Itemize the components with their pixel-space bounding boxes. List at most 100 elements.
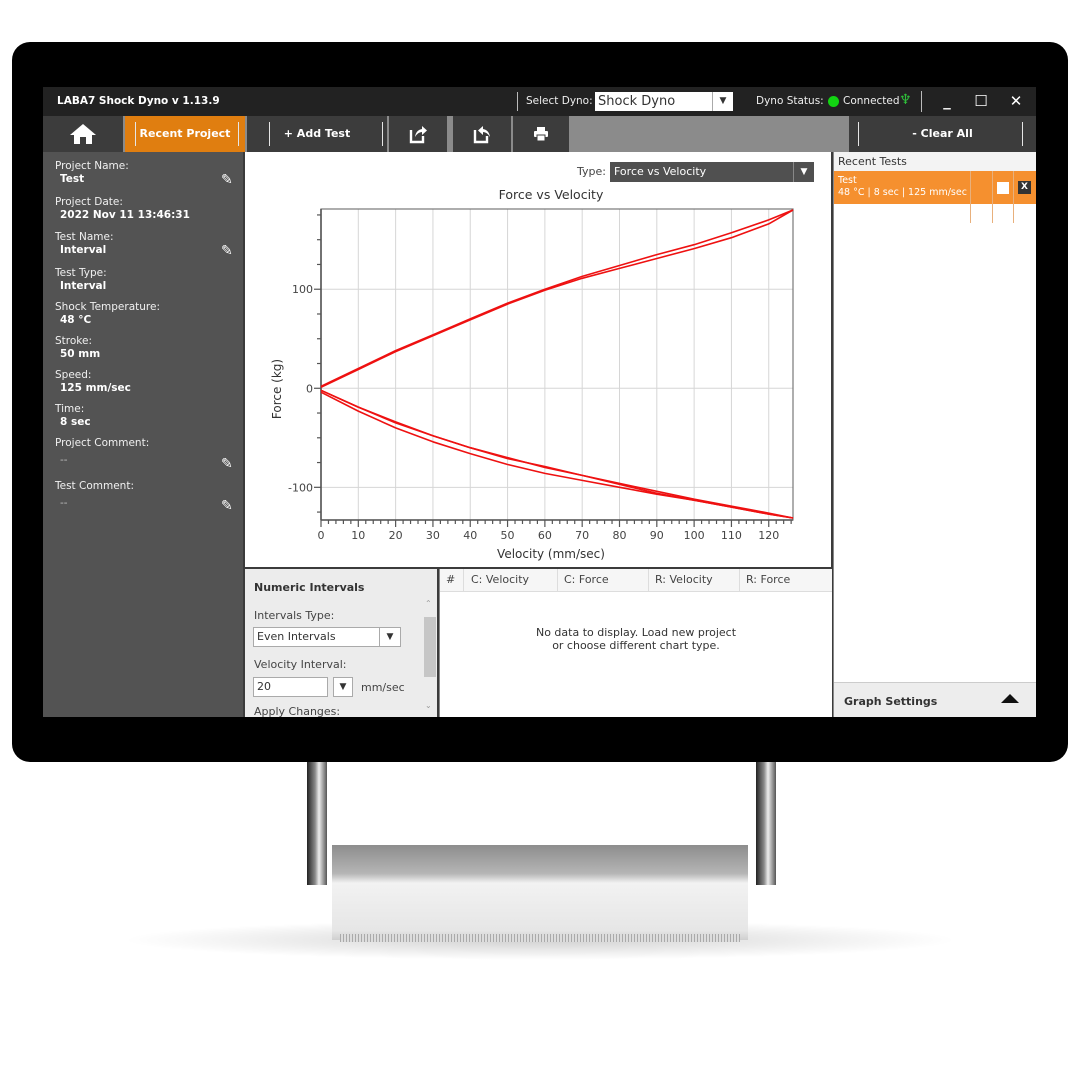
field-value: 2022 Nov 11 13:46:31: [60, 209, 190, 221]
x-tick-label: 10: [351, 529, 365, 542]
chevron-down-icon[interactable]: ▼: [712, 92, 733, 111]
column-header[interactable]: R: Force: [746, 573, 790, 586]
numeric-intervals-title: Numeric Intervals: [254, 581, 365, 594]
scroll-up-icon[interactable]: ⌃: [425, 599, 432, 608]
usb-icon: ♆: [899, 92, 912, 108]
delete-test-button[interactable]: X: [1018, 181, 1031, 194]
export-button[interactable]: [389, 116, 447, 152]
add-test-button[interactable]: + Add Test: [247, 116, 387, 152]
velocity-interval-label: Velocity Interval:: [254, 658, 347, 671]
chart-type-select[interactable]: Force vs Velocity ▼: [610, 162, 814, 182]
graph-settings-label: Graph Settings: [844, 695, 938, 708]
import-icon: [473, 126, 490, 144]
column-divider: [739, 569, 740, 591]
field-value: 8 sec: [60, 416, 91, 428]
print-button[interactable]: [513, 116, 569, 152]
chart-type-value: Force vs Velocity: [614, 165, 707, 178]
field-test-comment: Test Comment: --: [55, 480, 134, 509]
print-icon: [534, 127, 548, 142]
recent-project-label: Recent Project: [139, 127, 231, 140]
field-label: Stroke:: [55, 335, 92, 347]
field-value: Interval: [60, 280, 107, 292]
column-header[interactable]: R: Velocity: [655, 573, 713, 586]
expand-up-icon[interactable]: [1001, 694, 1019, 703]
monitor-stand-arm-right: [756, 760, 776, 885]
x-tick-label: 0: [318, 529, 325, 542]
column-divider: [557, 569, 558, 591]
field-project-comment: Project Comment: --: [55, 437, 149, 466]
x-tick-label: 30: [426, 529, 440, 542]
intervals-scrollbar[interactable]: ⌃ ⌄: [422, 599, 436, 717]
velocity-interval-dropdown[interactable]: ▼: [333, 677, 353, 697]
recent-project-tab[interactable]: Recent Project: [125, 116, 245, 152]
series-line-rebound-return: [320, 389, 794, 519]
recent-test-checkbox[interactable]: [997, 182, 1009, 194]
divider: [269, 122, 270, 146]
x-tick-label: 60: [538, 529, 552, 542]
title-separator: [921, 91, 922, 112]
clear-all-button[interactable]: - Clear All: [849, 116, 1036, 152]
close-button[interactable]: ✕: [1000, 87, 1032, 116]
field-test-type: Test Type: Interval: [55, 267, 107, 292]
chevron-down-icon[interactable]: ▼: [379, 628, 400, 646]
edit-test-name-icon[interactable]: ✎: [221, 243, 237, 259]
edit-test-comment-icon[interactable]: ✎: [221, 498, 237, 514]
recent-tests-title: Recent Tests: [838, 155, 907, 168]
column-header[interactable]: #: [446, 573, 455, 586]
chart-panel: 0 10 20 30 40 50 60 70 80 90 100 110 120 -100 0 100 For…: [245, 152, 831, 567]
monitor-stand-base: [332, 845, 748, 940]
app-title: LABA7 Shock Dyno v 1.13.9: [57, 95, 220, 107]
field-label: Project Date:: [55, 196, 123, 208]
column-header[interactable]: C: Force: [564, 573, 609, 586]
intervals-type-value: Even Intervals: [257, 630, 336, 643]
monitor-stand-arm-left: [307, 760, 327, 885]
chevron-down-icon[interactable]: ▼: [793, 162, 814, 182]
column-divider: [648, 569, 649, 591]
scroll-down-icon[interactable]: ⌄: [425, 701, 432, 710]
minimize-button[interactable]: _: [931, 87, 963, 116]
toolbar: Recent Project + Add Test - Clear All: [43, 116, 1036, 152]
dyno-select[interactable]: Shock Dyno ▼: [595, 92, 733, 111]
import-button[interactable]: [453, 116, 511, 152]
column-divider: [463, 569, 464, 591]
y-tick-label: 100: [292, 283, 313, 296]
field-test-name: Test Name: Interval: [55, 231, 114, 256]
status-connected-icon: [828, 96, 839, 107]
data-table: # C: Velocity C: Force R: Velocity R: Fo…: [439, 569, 832, 717]
field-project-date: Project Date: 2022 Nov 11 13:46:31: [55, 196, 190, 221]
edit-project-comment-icon[interactable]: ✎: [221, 456, 237, 472]
intervals-type-select[interactable]: Even Intervals ▼: [253, 627, 401, 647]
chart-title: Force vs Velocity: [499, 187, 604, 202]
graph-settings-toggle[interactable]: Graph Settings: [834, 682, 1036, 717]
field-label: Test Comment:: [55, 480, 134, 492]
maximize-button[interactable]: ☐: [965, 87, 997, 116]
field-label: Speed:: [55, 369, 92, 381]
field-value: Test: [60, 173, 85, 185]
intervals-type-label: Intervals Type:: [254, 609, 335, 622]
column-header[interactable]: C: Velocity: [471, 573, 529, 586]
empty-table-message: No data to display. Load new project or …: [440, 626, 832, 652]
velocity-unit-label: mm/sec: [361, 681, 405, 694]
dyno-status-value: Connected: [843, 95, 900, 107]
series-line-compression-out: [320, 209, 794, 388]
home-button[interactable]: [43, 116, 123, 152]
divider: [382, 122, 383, 146]
series-line-rebound-inner: [320, 391, 794, 519]
force-velocity-chart: 0 10 20 30 40 50 60 70 80 90 100 110 120 -100 0 100 For…: [270, 187, 794, 561]
numeric-intervals-panel: Numeric Intervals Intervals Type: Even I…: [245, 569, 437, 717]
dyno-status-label: Dyno Status:: [756, 95, 824, 107]
scrollbar-thumb[interactable]: [424, 617, 436, 677]
field-value: --: [60, 454, 68, 466]
velocity-interval-input[interactable]: 20: [253, 677, 328, 697]
edit-project-name-icon[interactable]: ✎: [221, 172, 237, 188]
recent-test-item[interactable]: Test 48 °C | 8 sec | 125 mm/sec X: [834, 171, 1036, 223]
add-test-label: + Add Test: [283, 127, 351, 140]
recent-tests-header: Recent Tests: [834, 152, 1036, 171]
divider: [858, 122, 859, 146]
x-tick-label: 70: [575, 529, 589, 542]
select-dyno-label: Select Dyno:: [526, 95, 593, 107]
x-tick-label: 120: [758, 529, 779, 542]
recent-tests-panel: Recent Tests Test 48 °C | 8 sec | 125 mm…: [833, 152, 1036, 717]
field-value: --: [60, 497, 68, 509]
x-tick-label: 90: [650, 529, 664, 542]
